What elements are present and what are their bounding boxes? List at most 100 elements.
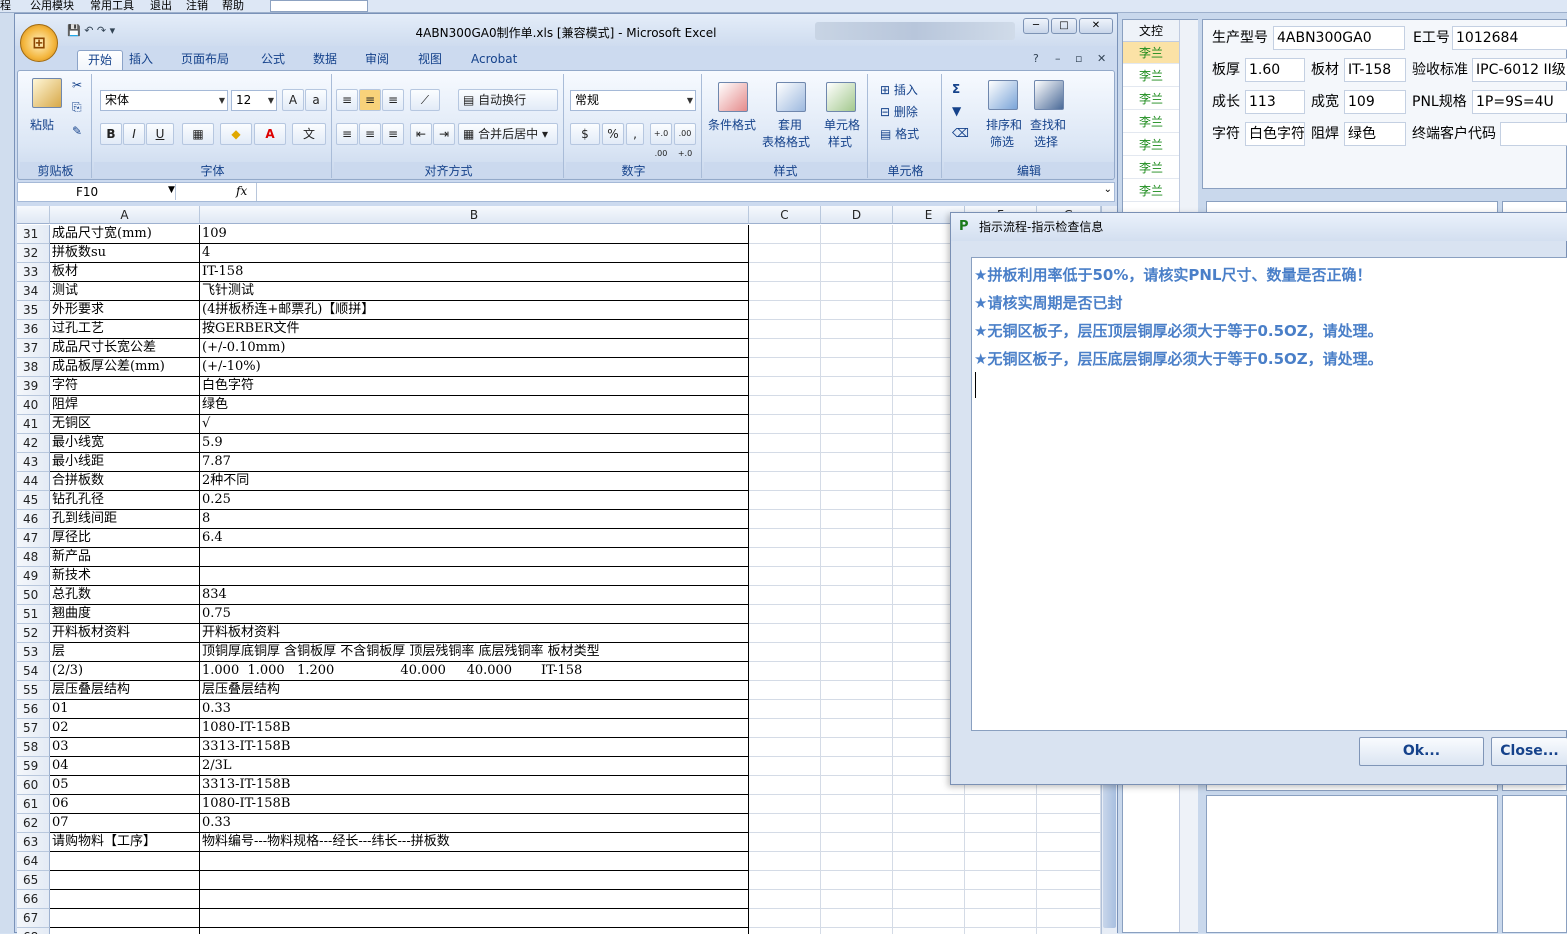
empty-cell[interactable]	[749, 833, 821, 852]
cell-a[interactable]: 最小线距	[50, 453, 200, 472]
empty-cell[interactable]	[749, 795, 821, 814]
menu-item-logout[interactable]: 注销	[186, 0, 208, 11]
empty-cell[interactable]	[749, 491, 821, 510]
increase-indent-button[interactable]: ⇥	[433, 123, 455, 145]
paste-button[interactable]: 粘贴	[30, 116, 54, 133]
empty-cell[interactable]	[821, 833, 893, 852]
empty-cell[interactable]	[821, 928, 893, 934]
cell-a[interactable]: 合拼板数	[50, 472, 200, 491]
row-number[interactable]: 50	[17, 586, 50, 605]
empty-cell[interactable]	[749, 320, 821, 339]
table-format-icon[interactable]	[776, 82, 806, 112]
row-number[interactable]: 47	[17, 529, 50, 548]
empty-cell[interactable]	[749, 662, 821, 681]
cell-b[interactable]: 8	[200, 510, 749, 529]
pnl-field[interactable]: 1P=9S=4U	[1472, 90, 1567, 114]
cell-b[interactable]: 7.87	[200, 453, 749, 472]
standard-field[interactable]: IPC-6012 II级	[1472, 58, 1567, 82]
row-number[interactable]: 59	[17, 757, 50, 776]
close-button[interactable]: Close...	[1491, 737, 1567, 766]
empty-cell[interactable]	[1037, 909, 1101, 928]
align-right-button[interactable]: ≡	[382, 123, 404, 145]
font-name-select[interactable]: 宋体 ▼	[100, 90, 228, 111]
cell-style-icon[interactable]	[826, 82, 856, 112]
empty-cell[interactable]	[749, 738, 821, 757]
cell-b[interactable]: 1.000 1.000 1.200 40.000 40.000 IT-158	[200, 662, 749, 681]
row-number[interactable]: 58	[17, 738, 50, 757]
cell-a[interactable]: 03	[50, 738, 200, 757]
cell-a[interactable]: 成品板厚公差(mm)	[50, 358, 200, 377]
empty-cell[interactable]	[749, 396, 821, 415]
empty-cell[interactable]	[965, 795, 1037, 814]
row-number[interactable]: 45	[17, 491, 50, 510]
cell-b[interactable]: 2种不同	[200, 472, 749, 491]
empty-cell[interactable]	[749, 700, 821, 719]
menu-item-process[interactable]: 程	[0, 0, 11, 11]
cell-b[interactable]: 飞针测试	[200, 282, 749, 301]
cell-a[interactable]: 板材	[50, 263, 200, 282]
format-painter-icon[interactable]: ✎	[72, 124, 82, 138]
empty-cell[interactable]	[821, 453, 893, 472]
percent-button[interactable]: %	[602, 123, 624, 145]
find-select-icon[interactable]	[1034, 80, 1064, 110]
empty-cell[interactable]	[749, 415, 821, 434]
align-center-button[interactable]: ≡	[359, 123, 381, 145]
table-format-button-line2[interactable]: 表格格式	[762, 133, 810, 150]
row-number[interactable]: 31	[17, 225, 50, 244]
cell-a[interactable]: 厚径比	[50, 529, 200, 548]
row-number[interactable]: 37	[17, 339, 50, 358]
row-number[interactable]: 33	[17, 263, 50, 282]
empty-cell[interactable]	[821, 396, 893, 415]
empty-cell[interactable]	[821, 282, 893, 301]
row-number[interactable]: 67	[17, 909, 50, 928]
phonetic-button[interactable]: 文	[292, 123, 326, 145]
empty-cell[interactable]	[965, 833, 1037, 852]
empty-cell[interactable]	[821, 890, 893, 909]
cell-b[interactable]: (+/-10%)	[200, 358, 749, 377]
empty-cell[interactable]	[749, 757, 821, 776]
orientation-button[interactable]: ⟋	[410, 89, 440, 111]
tab-page-layout[interactable]: 页面布局	[181, 50, 229, 70]
empty-cell[interactable]	[749, 814, 821, 833]
cell-b[interactable]: 顶铜厚底铜厚 含铜板厚 不含铜板厚 顶层残铜率 底层残铜率 板材类型	[200, 643, 749, 662]
empty-cell[interactable]	[749, 909, 821, 928]
cell-b[interactable]: 834	[200, 586, 749, 605]
empty-cell[interactable]	[965, 852, 1037, 871]
cell-a[interactable]: 01	[50, 700, 200, 719]
cell-a[interactable]	[50, 852, 200, 871]
row-number[interactable]: 51	[17, 605, 50, 624]
cell-a[interactable]: 过孔工艺	[50, 320, 200, 339]
border-button[interactable]: ▦	[182, 123, 214, 145]
empty-cell[interactable]	[749, 358, 821, 377]
expand-formula-icon[interactable]: ⌄	[1104, 184, 1112, 195]
row-number[interactable]: 49	[17, 567, 50, 586]
empty-cell[interactable]	[821, 263, 893, 282]
cell-a[interactable]: 最小线宽	[50, 434, 200, 453]
empty-cell[interactable]	[749, 643, 821, 662]
autosum-button[interactable]: Σ	[952, 82, 960, 96]
row-number[interactable]: 66	[17, 890, 50, 909]
empty-cell[interactable]	[749, 434, 821, 453]
cell-b[interactable]	[200, 548, 749, 567]
cell-b[interactable]: 0.33	[200, 700, 749, 719]
sort-filter-icon[interactable]	[988, 80, 1018, 110]
conditional-format-button[interactable]: 条件格式	[708, 116, 756, 133]
cell-a[interactable]: 拼板数su	[50, 244, 200, 263]
empty-cell[interactable]	[893, 928, 965, 934]
tab-view[interactable]: 视图	[418, 50, 442, 70]
empty-cell[interactable]	[965, 928, 1037, 934]
number-format-select[interactable]: 常规 ▼	[570, 90, 696, 111]
align-bottom-button[interactable]: ≡	[382, 89, 404, 111]
approver-row[interactable]: 李兰	[1123, 42, 1179, 64]
maximize-button[interactable]: □	[1051, 18, 1077, 34]
cell-a[interactable]: 07	[50, 814, 200, 833]
empty-cell[interactable]	[893, 814, 965, 833]
row-number[interactable]: 68	[17, 928, 50, 934]
row-number[interactable]: 36	[17, 320, 50, 339]
empty-cell[interactable]	[965, 909, 1037, 928]
select-all-corner[interactable]	[17, 206, 50, 224]
empty-cell[interactable]	[749, 681, 821, 700]
empty-cell[interactable]	[821, 358, 893, 377]
empty-cell[interactable]	[1037, 928, 1101, 934]
empty-cell[interactable]	[749, 852, 821, 871]
